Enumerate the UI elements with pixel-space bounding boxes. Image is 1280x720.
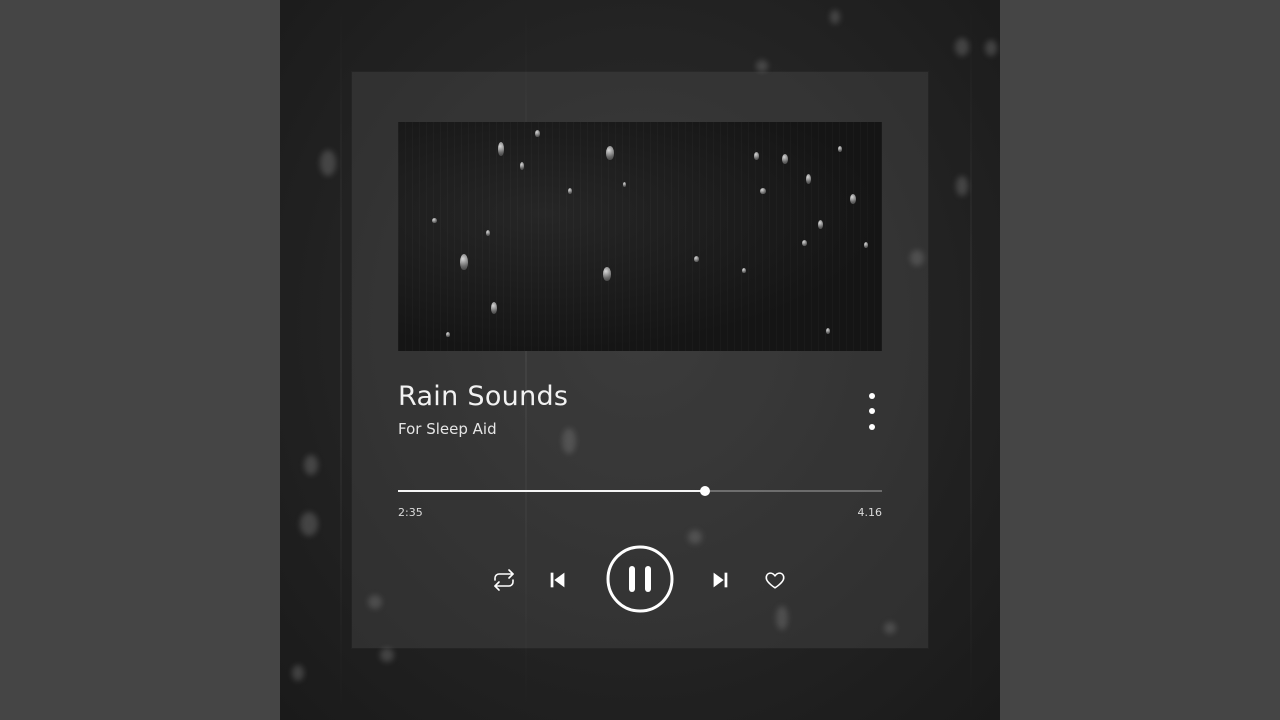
raindrop: [826, 328, 830, 334]
raindrop: [818, 220, 823, 229]
more-vertical-icon: [869, 424, 875, 430]
rain-bokeh: [985, 40, 997, 56]
raindrop: [850, 194, 856, 204]
rain-bokeh: [292, 665, 304, 681]
progress-bar[interactable]: [398, 483, 882, 499]
raindrop: [742, 268, 746, 273]
rain-bokeh: [300, 512, 318, 536]
raindrop: [432, 218, 437, 223]
more-vertical-icon: [869, 393, 875, 399]
album-cover: [398, 122, 882, 351]
raindrop: [802, 240, 807, 246]
rain-bokeh: [955, 38, 969, 56]
raindrop: [446, 332, 450, 337]
track-subtitle: For Sleep Aid: [398, 420, 497, 438]
rain-streak: [340, 0, 342, 720]
next-button[interactable]: [706, 566, 734, 594]
raindrop: [838, 146, 842, 152]
raindrop: [520, 162, 524, 170]
raindrop: [486, 230, 490, 236]
rain-bokeh: [956, 176, 968, 196]
raindrop: [603, 267, 611, 281]
player-artwork-background: Rain Sounds For Sleep Aid 2:35 4.16: [280, 0, 1000, 720]
skip-next-icon: [713, 572, 728, 588]
elapsed-time: 2:35: [398, 506, 423, 519]
repeat-button[interactable]: [490, 566, 518, 594]
pause-icon: [606, 545, 674, 613]
raindrop: [782, 154, 788, 164]
previous-button[interactable]: [544, 566, 572, 594]
raindrop: [806, 174, 811, 184]
raindrop: [760, 188, 766, 194]
repeat-icon: [494, 569, 514, 591]
more-vertical-icon: [869, 408, 875, 414]
raindrop: [568, 188, 572, 194]
rain-bokeh: [830, 10, 840, 24]
total-time: 4.16: [857, 506, 883, 519]
rain-bokeh: [320, 150, 336, 176]
rain-bokeh: [756, 60, 768, 72]
raindrop: [491, 302, 497, 314]
raindrop: [535, 130, 540, 137]
rain-streak: [970, 0, 972, 720]
track-title: Rain Sounds: [398, 381, 569, 412]
pause-button[interactable]: [605, 544, 675, 614]
player-card: Rain Sounds For Sleep Aid 2:35 4.16: [352, 72, 928, 648]
raindrop: [498, 142, 504, 156]
cover-texture: [398, 122, 882, 351]
raindrop: [623, 182, 626, 187]
progress-fill: [398, 490, 705, 492]
rain-bokeh: [304, 455, 318, 475]
progress-handle[interactable]: [699, 486, 710, 496]
raindrop: [864, 242, 868, 248]
heart-icon: [765, 572, 785, 589]
skip-previous-icon: [550, 572, 565, 588]
raindrop: [754, 152, 759, 160]
more-options-button[interactable]: [860, 390, 884, 432]
rain-bokeh: [380, 648, 394, 662]
raindrop: [606, 146, 614, 160]
like-button[interactable]: [761, 566, 789, 594]
raindrop: [694, 256, 699, 262]
raindrop: [460, 254, 468, 270]
